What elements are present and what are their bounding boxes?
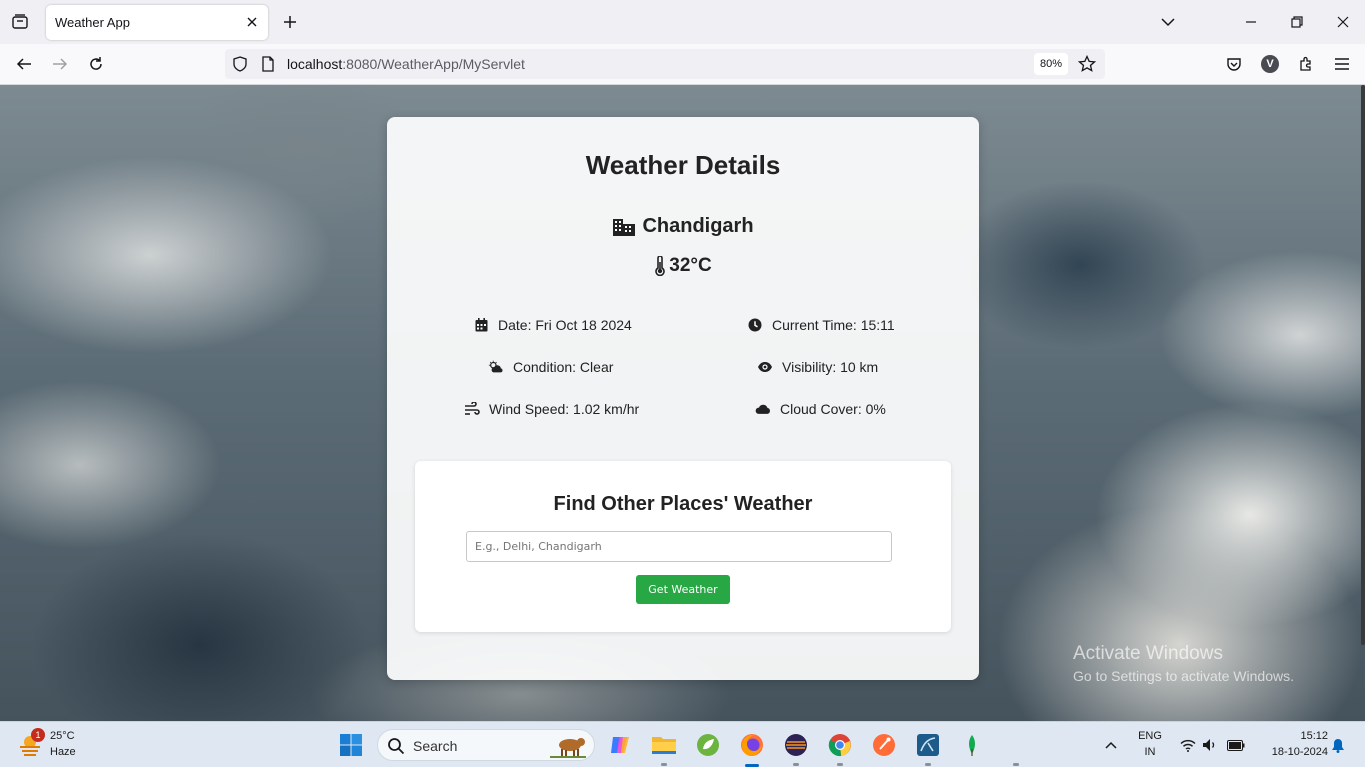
weather-widget-condition: Haze bbox=[50, 746, 76, 758]
chrome-icon[interactable] bbox=[827, 732, 853, 758]
tab-weather-app[interactable]: Weather App bbox=[46, 5, 268, 40]
clock-time[interactable]: 15:12 bbox=[1288, 730, 1328, 742]
address-bar[interactable]: localhost:8080/WeatherApp/MyServlet 80% bbox=[225, 49, 1105, 79]
condition-text: Condition: Clear bbox=[513, 359, 614, 375]
mysql-workbench-icon[interactable] bbox=[915, 732, 941, 758]
date-text: Date: Fri Oct 18 2024 bbox=[498, 317, 632, 333]
clock-date[interactable]: 18-10-2024 bbox=[1258, 746, 1328, 758]
eclipse-icon[interactable] bbox=[783, 732, 809, 758]
hamburger-menu-icon[interactable] bbox=[1332, 54, 1352, 74]
eye-icon bbox=[757, 359, 773, 375]
city-building-icon bbox=[613, 218, 636, 236]
firefox-icon[interactable] bbox=[739, 732, 765, 758]
tab-list-icon[interactable] bbox=[8, 10, 32, 34]
restore-icon[interactable] bbox=[1287, 12, 1307, 32]
wind-text: Wind Speed: 1.02 km/hr bbox=[489, 401, 640, 417]
calendar-icon bbox=[473, 317, 489, 333]
taskbar-running-indicator bbox=[1013, 763, 1019, 766]
wind-icon bbox=[464, 401, 480, 417]
tab-title: Weather App bbox=[55, 15, 130, 30]
explorer-running-indicator bbox=[661, 763, 667, 766]
postman-icon[interactable] bbox=[871, 732, 897, 758]
clock-icon bbox=[747, 317, 763, 333]
search-heading: Find Other Places' Weather bbox=[553, 493, 813, 515]
visibility-detail: Visibility: 10 km bbox=[757, 359, 878, 375]
chrome-running-indicator bbox=[837, 763, 843, 766]
cloud-sun-icon bbox=[488, 359, 504, 375]
taskbar-search-box[interactable]: Search bbox=[377, 729, 595, 761]
mongodb-compass-icon[interactable] bbox=[959, 732, 985, 758]
visibility-text: Visibility: 10 km bbox=[782, 359, 879, 375]
extensions-icon[interactable] bbox=[1296, 54, 1316, 74]
temperature-row: 32°C bbox=[387, 255, 979, 277]
chevron-up-icon[interactable] bbox=[1102, 736, 1120, 754]
city-name: Chandigarh bbox=[642, 215, 754, 237]
temperature-value: 32°C bbox=[669, 255, 712, 276]
plus-icon[interactable] bbox=[280, 12, 300, 32]
file-explorer-icon[interactable] bbox=[651, 732, 677, 758]
reload-icon[interactable] bbox=[86, 54, 106, 74]
close-icon[interactable] bbox=[244, 14, 260, 30]
page-scrollbar[interactable] bbox=[1361, 85, 1365, 645]
watermark-title: Activate Windows bbox=[1073, 643, 1223, 664]
forward-arrow-icon[interactable] bbox=[50, 54, 70, 74]
account-avatar[interactable]: V bbox=[1260, 54, 1280, 74]
pocket-icon[interactable] bbox=[1224, 54, 1244, 74]
weather-alert-badge: 1 bbox=[31, 728, 45, 742]
window-close-icon[interactable] bbox=[1333, 12, 1353, 32]
notification-bell-icon[interactable] bbox=[1329, 736, 1347, 754]
avatar-initial: V bbox=[1261, 55, 1279, 73]
windows-start-icon[interactable] bbox=[338, 732, 364, 758]
time-text: Current Time: 15:11 bbox=[772, 317, 895, 333]
copilot-icon[interactable] bbox=[607, 732, 633, 758]
weather-widget-temp: 25°C bbox=[50, 730, 75, 742]
minimize-icon[interactable] bbox=[1241, 12, 1261, 32]
url-host: localhost bbox=[287, 56, 343, 72]
shield-icon[interactable] bbox=[232, 56, 248, 72]
back-arrow-icon[interactable] bbox=[14, 54, 34, 74]
weather-details-heading: Weather Details bbox=[585, 150, 781, 180]
watermark-subtitle: Go to Settings to activate Windows. bbox=[1073, 668, 1294, 684]
browser-tab-bar: Weather App bbox=[0, 0, 1365, 44]
volume-icon[interactable] bbox=[1201, 736, 1219, 754]
city-search-input[interactable] bbox=[466, 531, 892, 562]
city-row: Chandigarh bbox=[387, 215, 979, 238]
get-weather-button[interactable]: Get Weather bbox=[636, 575, 730, 604]
wifi-icon[interactable] bbox=[1179, 736, 1197, 754]
search-section: Find Other Places' Weather Get Weather bbox=[415, 461, 951, 632]
battery-icon[interactable] bbox=[1227, 736, 1245, 754]
zoom-level-badge[interactable]: 80% bbox=[1034, 53, 1068, 75]
language-region[interactable]: IN bbox=[1134, 746, 1166, 758]
url-text[interactable]: localhost:8080/WeatherApp/MyServlet bbox=[287, 56, 525, 72]
page-background: Weather Details Chandigarh 32°C Date: Fr… bbox=[0, 85, 1365, 721]
condition-detail: Condition: Clear bbox=[488, 359, 613, 375]
star-icon[interactable] bbox=[1078, 55, 1096, 73]
cloud-icon bbox=[755, 401, 771, 417]
chevron-down-icon[interactable] bbox=[1158, 12, 1178, 32]
page-icon[interactable] bbox=[261, 56, 275, 72]
browser-nav-bar: localhost:8080/WeatherApp/MyServlet 80% … bbox=[0, 44, 1365, 85]
url-path: :8080/WeatherApp/MyServlet bbox=[342, 56, 525, 72]
cloud-cover-detail: Cloud Cover: 0% bbox=[755, 401, 886, 417]
date-detail: Date: Fri Oct 18 2024 bbox=[473, 317, 632, 333]
search-icon bbox=[388, 738, 405, 755]
cloud-cover-text: Cloud Cover: 0% bbox=[780, 401, 886, 417]
thermometer-icon bbox=[655, 256, 666, 276]
language-code[interactable]: ENG bbox=[1134, 730, 1166, 742]
time-detail: Current Time: 15:11 bbox=[747, 317, 895, 333]
workbench-running-indicator bbox=[925, 763, 931, 766]
spring-tools-icon[interactable] bbox=[695, 732, 721, 758]
search-highlight-image bbox=[550, 738, 586, 758]
activate-windows-watermark: Activate Windows Go to Settings to activ… bbox=[1073, 643, 1294, 684]
taskbar-search-label: Search bbox=[413, 738, 458, 754]
windows-taskbar: 1 25°C Haze Search ENG IN 15:12 18-10-20… bbox=[0, 721, 1365, 767]
weather-details-card: Weather Details Chandigarh 32°C Date: Fr… bbox=[387, 117, 979, 680]
wind-detail: Wind Speed: 1.02 km/hr bbox=[464, 401, 639, 417]
eclipse-running-indicator bbox=[793, 763, 799, 766]
